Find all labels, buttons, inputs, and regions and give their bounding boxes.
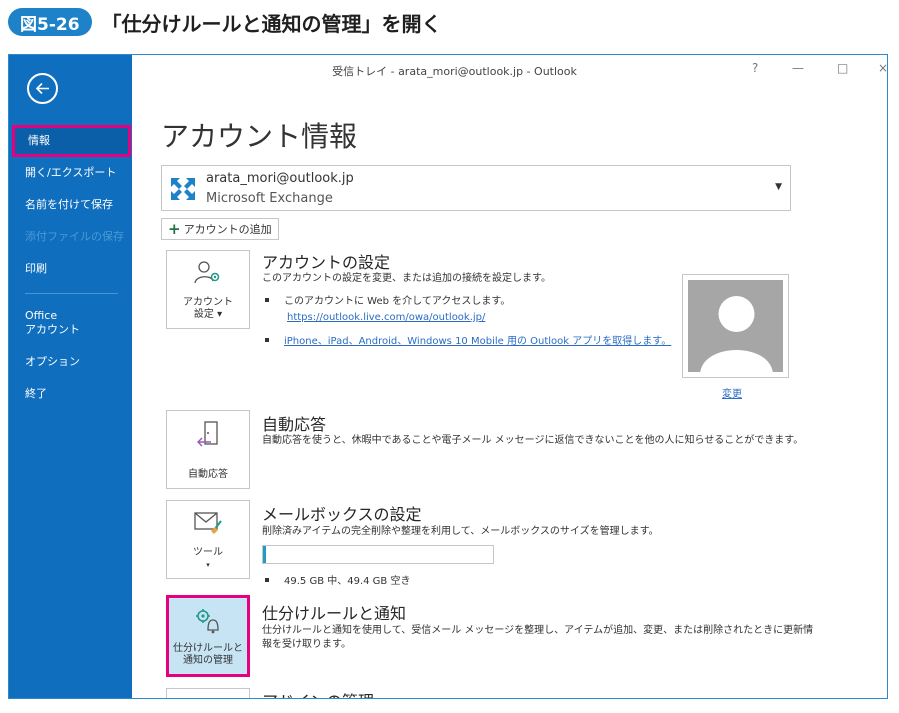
account-settings-tile[interactable]: アカウント 設定 ▾: [166, 250, 250, 329]
plus-icon: +: [168, 220, 181, 238]
profile-photo: [682, 274, 789, 378]
window-title: 受信トレイ - arata_mori@outlook.jp - Outlook: [332, 65, 577, 78]
account-web-text: このアカウントに Web を介してアクセスします。: [284, 296, 511, 307]
arrow-left-icon: [35, 82, 49, 95]
change-photo-link[interactable]: 変更: [722, 385, 742, 400]
rules-alerts-desc: 仕分けルールと通知を使用して、受信メール メッセージを整理し、アイテムが追加、変…: [262, 624, 813, 652]
nav-item-open-export[interactable]: 開く/エクスポート: [9, 157, 132, 189]
avatar-placeholder-icon: [688, 280, 783, 372]
owa-link-row: https://outlook.live.com/owa/outlook.jp/: [287, 312, 485, 323]
door-arrow-icon: [197, 421, 218, 447]
close-button[interactable]: ×: [878, 61, 887, 75]
addins-title: アドインの管理: [262, 688, 374, 698]
minimize-button[interactable]: —: [792, 61, 804, 75]
owa-link[interactable]: https://outlook.live.com/owa/outlook.jp/: [287, 312, 485, 323]
back-button[interactable]: [27, 73, 58, 104]
nav-item-account-label: アカウント: [25, 323, 80, 336]
user-gear-icon: [194, 261, 220, 284]
mailbox-settings-desc: 削除済みアイテムの完全削除や整理を利用して、メールボックスのサイズを管理します。: [262, 526, 659, 537]
title-bar: 受信トレイ - arata_mori@outlook.jp - Outlook …: [132, 55, 887, 85]
nav-item-info[interactable]: 情報: [12, 125, 131, 157]
nav-item-save-as[interactable]: 名前を付けて保存: [9, 189, 132, 221]
add-account-label: アカウントの追加: [183, 223, 272, 236]
main-content: アカウント情報 arata_mori@outlook.jp Microsoft …: [132, 85, 887, 698]
dropdown-arrow-icon: ▼: [775, 182, 782, 192]
account-selector[interactable]: arata_mori@outlook.jp Microsoft Exchange…: [161, 165, 791, 211]
figure-caption: 図5-26 「仕分けルールと通知の管理」を開く: [8, 6, 442, 38]
mailbox-tools-tile[interactable]: ツール ▾: [166, 500, 250, 579]
account-settings-tile-label1: アカウント: [183, 297, 233, 308]
mailbox-settings-title: メールボックスの設定: [262, 505, 422, 524]
figure-badge: 図5-26: [8, 8, 92, 36]
bullet-icon: [265, 298, 269, 302]
restore-button[interactable]: □: [837, 61, 848, 75]
auto-reply-title: 自動応答: [262, 415, 327, 434]
nav-divider: [25, 293, 118, 294]
auto-reply-tile-label: 自動応答: [188, 469, 228, 480]
mobile-app-bullet: iPhone、iPad、Android、Windows 10 Mobile 用の…: [265, 332, 671, 347]
nav-item-exit[interactable]: 終了: [9, 378, 132, 410]
bullet-icon: [265, 578, 269, 582]
rules-alerts-desc-line1: 仕分けルールと通知を使用して、受信メール メッセージを整理し、アイテムが追加、変…: [262, 625, 814, 636]
rules-alerts-desc-line2: 報を受け取ります。: [262, 639, 351, 650]
manage-rules-tile-label2: 通知の管理: [183, 655, 233, 666]
nav-item-save-attachments: 添付ファイルの保存: [25, 230, 124, 243]
manage-rules-alerts-tile[interactable]: 仕分けルールと 通知の管理: [166, 595, 250, 677]
account-email: arata_mori@outlook.jp: [206, 171, 354, 186]
nav-item-options[interactable]: オプション: [9, 346, 132, 378]
account-web-bullet: このアカウントに Web を介してアクセスします。: [265, 292, 510, 307]
mailbox-usage-bar: [262, 545, 494, 564]
gear-bell-icon: [196, 609, 219, 634]
add-account-button[interactable]: + アカウントの追加: [161, 218, 279, 240]
account-settings-desc: このアカウントの設定を変更、または追加の接続を設定します。: [262, 273, 551, 284]
mailbox-tools-tile-arrow: ▾: [206, 561, 210, 569]
auto-reply-tile[interactable]: 自動応答: [166, 410, 250, 489]
backstage-nav: 情報 開く/エクスポート 名前を付けて保存 添付ファイルの保存 印刷 Offic…: [9, 125, 132, 410]
exchange-icon: [171, 178, 195, 200]
addins-tile[interactable]: [166, 688, 250, 698]
account-settings-tile-label2: 設定 ▾: [193, 309, 223, 320]
nav-item-office-account[interactable]: Office アカウント: [9, 302, 132, 346]
manage-rules-tile-label1: 仕分けルールと: [173, 643, 243, 654]
rules-alerts-title: 仕分けルールと通知: [262, 604, 407, 623]
mailbox-tools-tile-label: ツール: [193, 547, 223, 558]
bullet-icon: [265, 338, 269, 342]
mailbox-cleanup-icon: [194, 512, 222, 534]
mailbox-usage-fill: [263, 546, 267, 563]
outlook-window: 情報 開く/エクスポート 名前を付けて保存 添付ファイルの保存 印刷 Offic…: [8, 54, 888, 699]
mobile-app-link[interactable]: iPhone、iPad、Android、Windows 10 Mobile 用の…: [284, 336, 671, 347]
page-title: アカウント情報: [161, 120, 358, 153]
nav-item-office-label: Office: [25, 309, 58, 322]
nav-item-print[interactable]: 印刷: [9, 253, 132, 285]
storage-info: 49.5 GB 中、49.4 GB 空き: [265, 572, 410, 587]
figure-title: 「仕分けルールと通知の管理」を開く: [101, 11, 442, 36]
account-settings-title: アカウントの設定: [262, 253, 391, 272]
storage-text: 49.5 GB 中、49.4 GB 空き: [284, 576, 411, 587]
backstage-sidebar: 情報 開く/エクスポート 名前を付けて保存 添付ファイルの保存 印刷 Offic…: [9, 55, 132, 698]
auto-reply-desc: 自動応答を使うと、休暇中であることや電子メール メッセージに返信できないことを他…: [262, 435, 804, 446]
account-type: Microsoft Exchange: [206, 191, 333, 206]
help-button[interactable]: ?: [752, 61, 758, 75]
